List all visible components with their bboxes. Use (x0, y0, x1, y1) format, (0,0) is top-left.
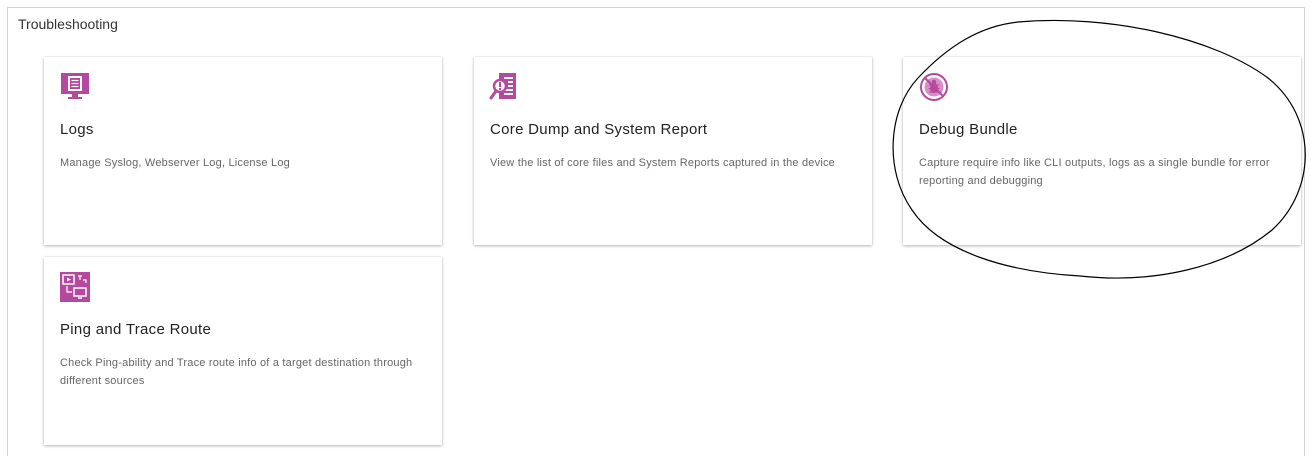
debug-bundle-title: Debug Bundle (919, 121, 1018, 138)
core-dump-description: View the list of core files and System R… (490, 157, 835, 169)
logs-description: Manage Syslog, Webserver Log, License Lo… (60, 157, 290, 169)
no-bug-icon (918, 71, 950, 103)
ping-trace-title: Ping and Trace Route (60, 321, 212, 338)
core-dump-card[interactable]: Core Dump and System Report View the lis… (474, 57, 872, 245)
ping-trace-card[interactable]: Ping and Trace Route Check Ping-ability … (44, 257, 442, 445)
debug-bundle-description: Capture require info like CLI outputs, l… (919, 157, 1270, 187)
monitor-log-icon (59, 71, 91, 103)
panel-title: Troubleshooting (18, 16, 118, 32)
debug-bundle-card[interactable]: Debug Bundle Capture require info like C… (903, 57, 1301, 245)
logs-card[interactable]: Logs Manage Syslog, Webserver Log, Licen… (44, 57, 442, 245)
report-search-icon (489, 71, 521, 103)
network-trace-icon (59, 271, 91, 303)
logs-title: Logs (60, 121, 94, 138)
ping-trace-description: Check Ping-ability and Trace route info … (60, 357, 413, 387)
core-dump-title: Core Dump and System Report (490, 121, 708, 138)
